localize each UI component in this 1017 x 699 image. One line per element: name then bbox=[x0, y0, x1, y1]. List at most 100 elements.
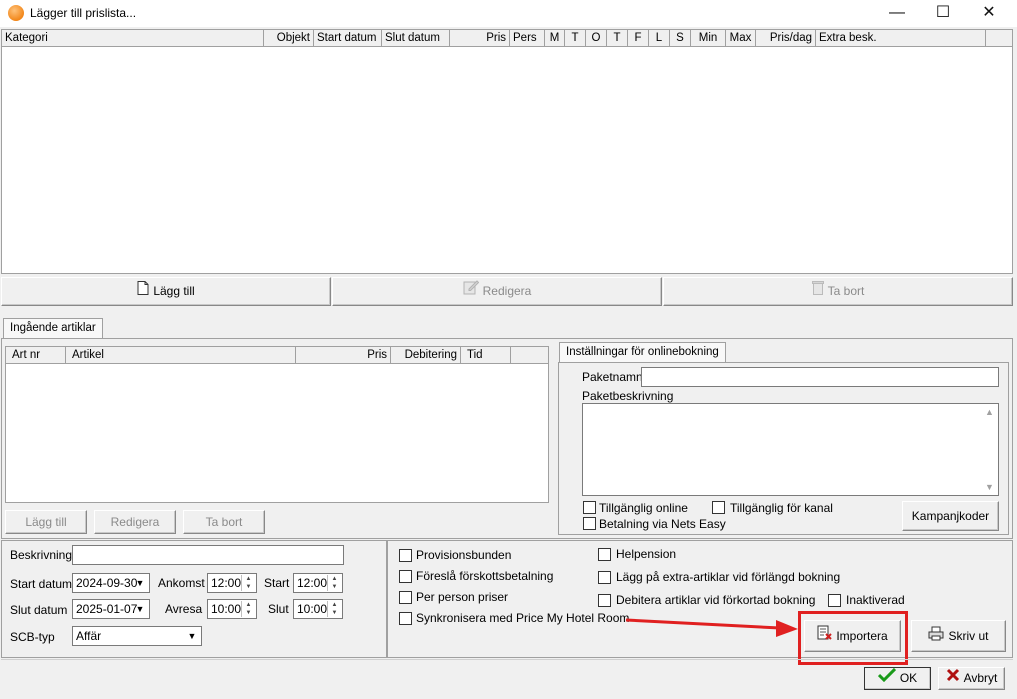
bottom-bar bbox=[1, 659, 1013, 697]
departure-time-input[interactable]: 10:00 ▲ ▼ bbox=[207, 599, 257, 619]
shorten-articles-checkbox[interactable] bbox=[598, 594, 611, 607]
col-pers[interactable]: Pers bbox=[510, 30, 545, 47]
col-slut-datum[interactable]: Slut datum bbox=[382, 30, 450, 47]
col-tid[interactable]: Tid bbox=[461, 347, 511, 364]
add-price-label: Lägg till bbox=[153, 284, 195, 298]
end-time-input[interactable]: 10:00 ▲ ▼ bbox=[293, 599, 343, 619]
articles-grid-header: Art nr Artikel Pris Debitering Tid bbox=[6, 347, 548, 364]
departure-label: Avresa bbox=[165, 602, 203, 616]
maximize-button[interactable]: ☐ bbox=[920, 0, 966, 27]
edit-price-button[interactable]: Redigera bbox=[332, 277, 662, 306]
start-time-value: 12:00 bbox=[297, 576, 328, 590]
col-extra-besk[interactable]: Extra besk. bbox=[816, 30, 986, 47]
col-kategori[interactable]: Kategori bbox=[2, 30, 264, 47]
edit-article-button[interactable]: Redigera bbox=[94, 510, 176, 534]
package-name-input[interactable] bbox=[641, 367, 999, 387]
scb-type-label: SCB-typ bbox=[10, 630, 55, 644]
col-artikel[interactable]: Artikel bbox=[66, 347, 296, 364]
import-highlight-box bbox=[798, 611, 908, 665]
start-time-input[interactable]: 12:00 ▲ ▼ bbox=[293, 573, 343, 593]
add-price-button[interactable]: Lägg till bbox=[1, 277, 331, 306]
sync-checkbox[interactable] bbox=[399, 612, 412, 625]
print-button[interactable]: Skriv ut bbox=[911, 620, 1006, 652]
cancel-x-icon bbox=[946, 668, 960, 689]
package-desc-textarea[interactable]: ▲ ▼ bbox=[582, 403, 999, 496]
prepayment-checkbox[interactable] bbox=[399, 570, 412, 583]
ok-label: OK bbox=[899, 671, 918, 685]
articles-grid[interactable]: Art nr Artikel Pris Debitering Tid bbox=[5, 346, 549, 503]
scroll-up-icon[interactable]: ▲ bbox=[983, 406, 996, 418]
price-grid-header: Kategori Objekt Start datum Slut datum P… bbox=[2, 30, 1012, 47]
per-person-checkbox[interactable] bbox=[399, 591, 412, 604]
col-max[interactable]: Max bbox=[726, 30, 756, 47]
close-button[interactable]: ✕ bbox=[966, 0, 1012, 27]
description-input[interactable] bbox=[72, 545, 344, 565]
arrival-time-input[interactable]: 12:00 ▲ ▼ bbox=[207, 573, 257, 593]
commission-label: Provisionsbunden bbox=[416, 548, 512, 562]
col-objekt[interactable]: Objekt bbox=[264, 30, 314, 47]
col-pris[interactable]: Pris bbox=[450, 30, 510, 47]
col-art-pris[interactable]: Pris bbox=[296, 347, 391, 364]
remove-article-button[interactable]: Ta bort bbox=[183, 510, 265, 534]
spinner-icon[interactable]: ▲ ▼ bbox=[241, 601, 255, 617]
campaign-codes-button[interactable]: Kampanjkoder bbox=[902, 501, 999, 531]
tab-onlinebokning[interactable]: Inställningar för onlinebokning bbox=[559, 342, 726, 363]
col-min[interactable]: Min bbox=[691, 30, 726, 47]
scb-type-select[interactable]: Affär ▼ bbox=[72, 626, 202, 646]
tab-ingaende-artiklar[interactable]: Ingående artiklar bbox=[3, 318, 103, 339]
dropdown-arrow-icon[interactable]: ▼ bbox=[132, 601, 148, 617]
full-board-checkbox[interactable] bbox=[598, 548, 611, 561]
annotation-arrow-icon bbox=[625, 618, 798, 637]
trash-icon bbox=[811, 278, 824, 305]
start-date-value: 2024-09-30 bbox=[76, 576, 138, 590]
package-desc-label: Paketbeskrivning bbox=[582, 389, 674, 403]
col-o[interactable]: O bbox=[586, 30, 607, 47]
minimize-button[interactable]: — bbox=[874, 0, 920, 27]
start-time-label: Start bbox=[264, 576, 290, 590]
cancel-button[interactable]: Avbryt bbox=[938, 667, 1005, 690]
col-start-datum[interactable]: Start datum bbox=[314, 30, 382, 47]
end-date-picker[interactable]: 2025-01-07 ▼ bbox=[72, 599, 150, 619]
nets-easy-label: Betalning via Nets Easy bbox=[599, 517, 726, 531]
start-date-picker[interactable]: 2024-09-30 ▼ bbox=[72, 573, 150, 593]
remove-price-button[interactable]: Ta bort bbox=[663, 277, 1013, 306]
app-icon bbox=[8, 5, 24, 21]
available-online-checkbox[interactable] bbox=[583, 501, 596, 514]
shorten-articles-label: Debitera artiklar vid förkortad bokning bbox=[616, 593, 816, 607]
scb-type-value: Affär bbox=[76, 629, 102, 643]
new-document-icon bbox=[137, 278, 149, 305]
checkmark-icon bbox=[877, 668, 896, 689]
spinner-icon[interactable]: ▲ ▼ bbox=[327, 601, 341, 617]
col-s[interactable]: S bbox=[670, 30, 691, 47]
nets-easy-checkbox[interactable] bbox=[583, 517, 596, 530]
spinner-icon[interactable]: ▲ ▼ bbox=[327, 575, 341, 591]
end-date-value: 2025-01-07 bbox=[76, 602, 138, 616]
col-t2[interactable]: T bbox=[607, 30, 628, 47]
title-bar bbox=[0, 0, 1017, 27]
col-art-nr[interactable]: Art nr bbox=[6, 347, 66, 364]
available-channel-checkbox[interactable] bbox=[712, 501, 725, 514]
col-debitering[interactable]: Debitering bbox=[391, 347, 461, 364]
dropdown-arrow-icon[interactable]: ▼ bbox=[132, 575, 148, 591]
per-person-label: Per person priser bbox=[416, 590, 509, 604]
arrival-value: 12:00 bbox=[211, 576, 242, 590]
commission-checkbox[interactable] bbox=[399, 549, 412, 562]
price-list-grid[interactable]: Kategori Objekt Start datum Slut datum P… bbox=[1, 29, 1013, 274]
departure-value: 10:00 bbox=[211, 602, 242, 616]
spinner-icon[interactable]: ▲ ▼ bbox=[241, 575, 255, 591]
col-pris-dag[interactable]: Pris/dag bbox=[756, 30, 816, 47]
available-online-label: Tillgänglig online bbox=[599, 501, 688, 515]
scroll-down-icon[interactable]: ▼ bbox=[983, 481, 996, 493]
ok-button[interactable]: OK bbox=[864, 667, 931, 690]
printer-icon bbox=[928, 622, 944, 652]
inactive-label: Inaktiverad bbox=[846, 593, 905, 607]
dropdown-arrow-icon[interactable]: ▼ bbox=[184, 628, 200, 644]
add-article-button[interactable]: Lägg till bbox=[5, 510, 87, 534]
inactive-checkbox[interactable] bbox=[828, 594, 841, 607]
full-board-label: Helpension bbox=[616, 547, 677, 561]
col-t1[interactable]: T bbox=[565, 30, 586, 47]
extend-articles-checkbox[interactable] bbox=[598, 571, 611, 584]
col-f[interactable]: F bbox=[628, 30, 649, 47]
col-m[interactable]: M bbox=[545, 30, 565, 47]
col-l[interactable]: L bbox=[649, 30, 670, 47]
